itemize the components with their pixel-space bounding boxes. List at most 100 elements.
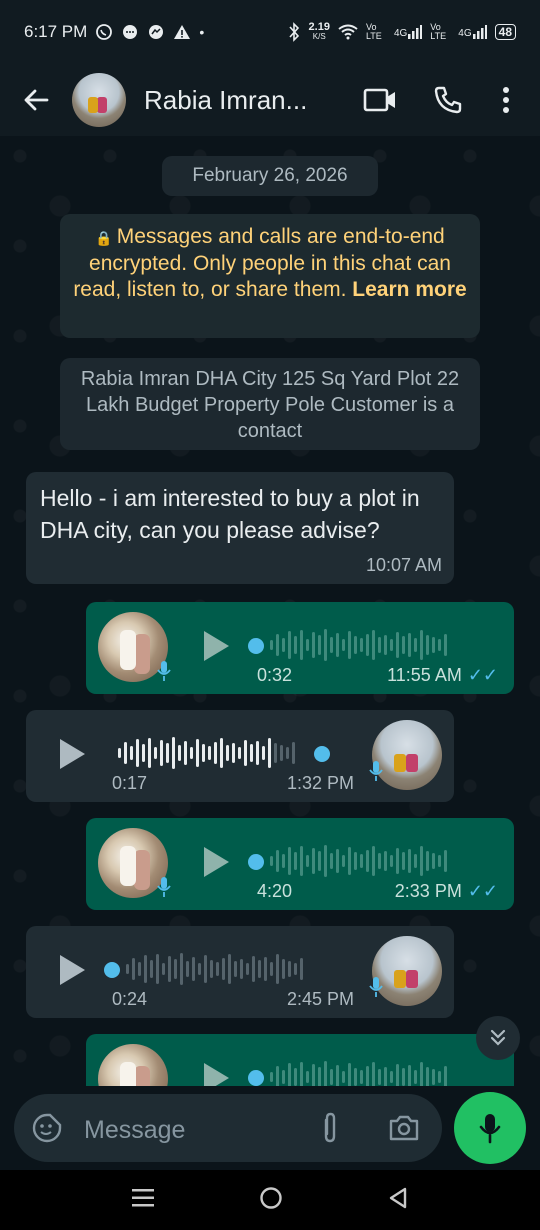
waveform-bar [210, 960, 213, 978]
scroll-to-bottom-button[interactable] [476, 1016, 520, 1060]
mic-badge-icon [366, 974, 386, 1000]
play-button[interactable] [56, 954, 88, 986]
playback-scrubber[interactable] [248, 1070, 264, 1086]
waveform-bar [238, 747, 241, 759]
message-bubble-incoming[interactable]: Hello - i am interested to buy a plot in… [26, 472, 454, 584]
playback-scrubber[interactable] [248, 638, 264, 654]
playback-scrubber[interactable] [104, 962, 120, 978]
home-button[interactable] [259, 1186, 283, 1215]
waveform-bar [402, 852, 405, 870]
waveform-bar [306, 1071, 309, 1083]
waveform-bar [444, 634, 447, 656]
play-button[interactable] [200, 630, 232, 662]
waveform-bar [372, 630, 375, 660]
waveform-bar [378, 853, 381, 869]
play-icon [60, 739, 85, 769]
waveform-bar [262, 746, 265, 760]
waveform-bar [330, 637, 333, 653]
waveform-bar [318, 851, 321, 871]
voice-message-incoming[interactable]: 0:24 2:45 PM [26, 926, 454, 1018]
waveform-bar [156, 954, 159, 984]
waveform-bar [366, 850, 369, 872]
contact-name[interactable]: Rabia Imran... [144, 85, 324, 116]
waveform-bar [228, 954, 231, 984]
back-button[interactable] [0, 64, 72, 136]
waveform-bar [178, 745, 181, 761]
sticker-icon [32, 1113, 62, 1143]
play-button[interactable] [56, 738, 88, 770]
waveform-bar [282, 959, 285, 979]
waveform-bar [282, 638, 285, 652]
play-button[interactable] [200, 846, 232, 878]
status-time: 6:17 PM [24, 22, 88, 41]
waveform-bar [396, 1064, 399, 1086]
waveform-bar [226, 745, 229, 761]
waveform-bar [276, 634, 279, 656]
waveform-bar [432, 1069, 435, 1085]
waveform-bar [294, 1068, 297, 1086]
waveform-bar [202, 744, 205, 762]
waveform-bar [384, 635, 387, 655]
voice-message-outgoing[interactable]: 0:32 11:55 AM ✓✓ [86, 602, 514, 694]
chevron-double-down-icon [490, 1029, 506, 1046]
learn-more-link[interactable]: Learn more [352, 278, 466, 301]
waveform-bar [444, 1066, 447, 1086]
waveform-bar [138, 962, 141, 976]
waveform-bar [258, 960, 261, 978]
voice-message-outgoing[interactable]: 4:20 2:33 PM ✓✓ [86, 818, 514, 910]
encryption-notice[interactable]: 🔒 Messages and calls are end-to-end encry… [60, 214, 480, 338]
message-input[interactable]: Message [84, 1116, 185, 1145]
waveform-bar [118, 748, 121, 758]
back-nav-button[interactable] [388, 1187, 408, 1214]
voice-message-outgoing[interactable] [86, 1034, 514, 1086]
waveform [270, 628, 447, 662]
waveform-bar [130, 746, 133, 760]
more-options-button[interactable] [482, 64, 530, 136]
attach-button[interactable] [318, 1112, 342, 1149]
waveform-bar [426, 1067, 429, 1086]
waveform-bar [402, 636, 405, 654]
waveform-bar [438, 639, 441, 651]
sticker-button[interactable] [32, 1113, 62, 1148]
waveform-bar [148, 738, 151, 768]
waveform-bar [124, 742, 127, 764]
waveform-bar [222, 958, 225, 980]
waveform-bar [232, 743, 235, 763]
waveform-bar [250, 744, 253, 762]
waveform-bar [168, 956, 171, 982]
message-composer: Message [0, 1086, 540, 1170]
net-speed: 2.19 [308, 21, 330, 33]
voice-message-incoming[interactable]: 0:17 1:32 PM [26, 710, 454, 802]
recent-apps-button[interactable] [132, 1188, 155, 1213]
video-call-button[interactable] [346, 64, 414, 136]
waveform-bar [198, 963, 201, 975]
message-text: Hello - i am interested to buy a plot in… [40, 485, 420, 543]
waveform-bar [324, 1061, 327, 1086]
playback-scrubber[interactable] [248, 854, 264, 870]
waveform-bar [414, 1070, 417, 1084]
waveform-bar [196, 739, 199, 767]
waveform-bar [408, 849, 411, 873]
waveform [126, 952, 303, 986]
battery-indicator: 48 [494, 24, 516, 40]
play-button[interactable] [200, 1062, 232, 1086]
voice-call-button[interactable] [414, 64, 482, 136]
waveform-bar [136, 739, 139, 767]
camera-button[interactable] [388, 1114, 420, 1147]
playback-scrubber[interactable] [314, 746, 330, 762]
waveform-bar [444, 850, 447, 872]
contact-avatar[interactable] [72, 73, 126, 127]
waveform-bar [172, 737, 175, 769]
message-input-container[interactable]: Message [14, 1094, 442, 1162]
signal-bars-icon [408, 25, 423, 39]
waveform-bar [216, 962, 219, 976]
waveform-bar [246, 963, 249, 975]
waveform-bar [282, 1070, 285, 1084]
read-ticks-icon: ✓✓ [467, 881, 498, 901]
chat-area[interactable]: February 26, 2026 🔒 Messages and calls ar… [0, 136, 540, 1086]
voice-record-button[interactable] [454, 1092, 526, 1164]
waveform-bar [234, 961, 237, 977]
warning-icon [174, 25, 191, 39]
waveform-bar [190, 747, 193, 759]
waveform-bar [294, 963, 297, 975]
